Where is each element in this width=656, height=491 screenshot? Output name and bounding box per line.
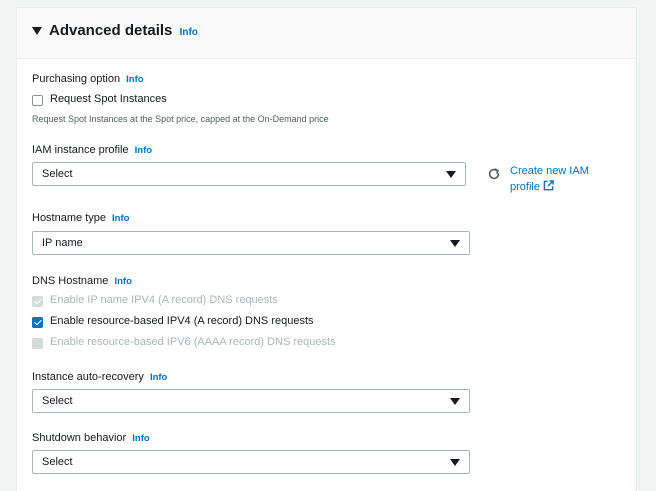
request-spot-description: Request Spot Instances at the Spot price… <box>32 114 329 124</box>
section-info-link[interactable]: Info <box>180 27 198 38</box>
iam-profile-value: Select <box>42 168 73 180</box>
dns-resource-ipv6-checkbox[interactable] <box>32 338 43 349</box>
section-title: Advanced details Info <box>49 22 198 39</box>
dns-resource-ipv4-label: Enable resource-based IPV4 (A record) DN… <box>50 315 314 327</box>
request-spot-label: Request Spot Instances <box>50 93 167 105</box>
create-iam-profile-link[interactable]: Create new IAM profile <box>510 163 610 195</box>
auto-recovery-value: Select <box>42 395 73 407</box>
shutdown-info-link[interactable]: Info <box>132 433 149 444</box>
caret-down-icon <box>446 171 456 178</box>
section-header[interactable]: Advanced details Info <box>17 8 636 59</box>
hostname-type-value: IP name <box>42 237 83 249</box>
iam-profile-label: IAM instance profile Info <box>32 144 153 156</box>
dns-hostname-label: DNS Hostname Info <box>32 275 132 287</box>
dns-resource-ipv6-label: Enable resource-based IPV6 (AAAA record)… <box>50 336 336 348</box>
caret-down-icon[interactable] <box>32 27 42 35</box>
auto-recovery-label: Instance auto-recovery Info <box>32 371 168 383</box>
hostname-info-link[interactable]: Info <box>112 213 129 224</box>
recovery-info-link[interactable]: Info <box>150 372 167 383</box>
hostname-type-select[interactable]: IP name <box>32 231 470 255</box>
dns-ipname-ipv4-label: Enable IP name IPV4 (A record) DNS reque… <box>50 294 278 306</box>
iam-info-link[interactable]: Info <box>135 145 152 156</box>
auto-recovery-select[interactable]: Select <box>32 389 470 413</box>
hostname-type-label: Hostname type Info <box>32 212 130 224</box>
shutdown-behavior-value: Select <box>42 456 73 468</box>
dns-ipname-ipv4-checkbox[interactable] <box>32 296 43 307</box>
external-link-icon <box>543 180 554 191</box>
refresh-icon[interactable] <box>487 167 501 181</box>
caret-down-icon <box>450 398 460 405</box>
dns-resource-ipv4-checkbox[interactable] <box>32 317 43 328</box>
request-spot-checkbox[interactable] <box>32 95 43 106</box>
caret-down-icon <box>450 459 460 466</box>
shutdown-behavior-select[interactable]: Select <box>32 450 470 474</box>
caret-down-icon <box>450 240 460 247</box>
section-title-text: Advanced details <box>49 22 173 39</box>
purchasing-option-label: Purchasing option Info <box>32 73 144 85</box>
dns-info-link[interactable]: Info <box>114 276 131 287</box>
shutdown-behavior-label: Shutdown behavior Info <box>32 432 150 444</box>
purchasing-info-link[interactable]: Info <box>126 74 143 85</box>
iam-profile-select[interactable]: Select <box>32 162 466 186</box>
